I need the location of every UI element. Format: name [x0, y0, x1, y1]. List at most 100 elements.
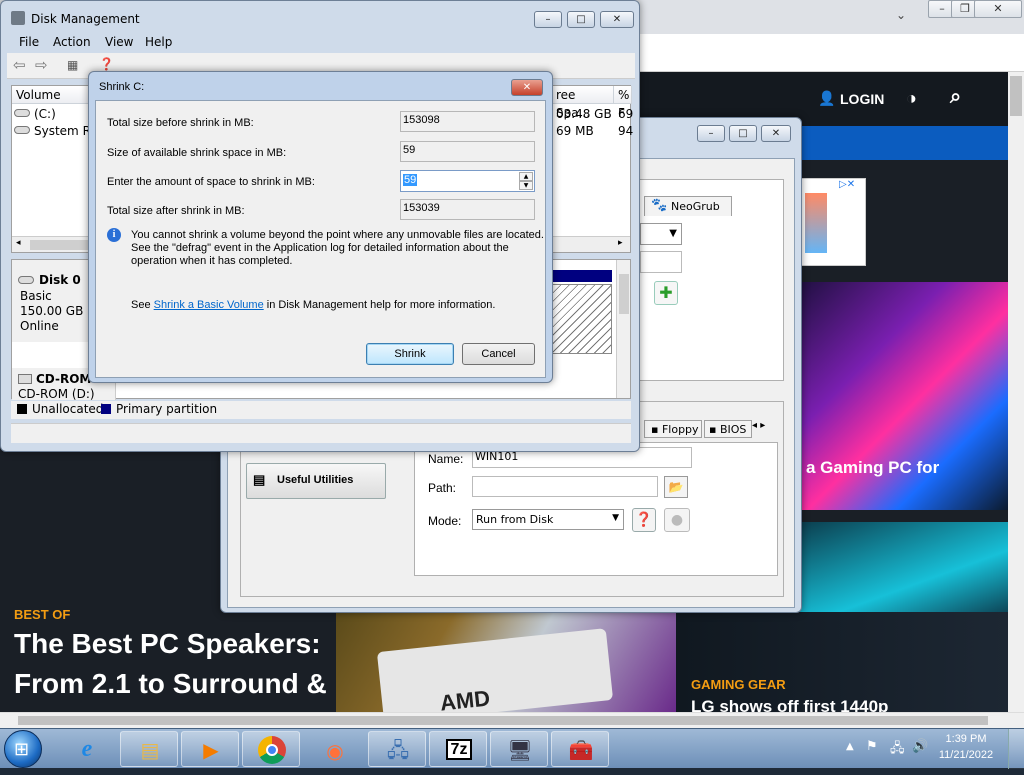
column-header-pct-free[interactable]: % F: [614, 86, 632, 120]
dm-close-button[interactable]: ✕: [600, 11, 634, 28]
path-input[interactable]: [472, 476, 658, 497]
network-status-icon[interactable]: 🖧: [890, 739, 905, 761]
clock-date[interactable]: 11/21/2022: [936, 749, 996, 761]
volume-name: (C:): [34, 107, 56, 121]
cdrom-name: CD-ROM: [36, 372, 92, 386]
available-space-value: 59: [400, 141, 535, 162]
taskbar-network-tool[interactable]: 🖧: [368, 731, 426, 767]
bootloader-dropdown[interactable]: ▼: [640, 223, 682, 245]
article-title-lg[interactable]: LG shows off first 1440p: [691, 697, 888, 712]
mode-dropdown[interactable]: Run from Disk ▼: [472, 509, 624, 530]
volume-icon[interactable]: 🔊: [912, 739, 928, 754]
tab-scroll-arrows[interactable]: ◂ ▸: [752, 420, 780, 438]
shrink-dialog-close-button[interactable]: ✕: [511, 79, 543, 96]
partition-legend: Unallocated Primary partition: [11, 401, 631, 419]
cdrom-icon: [18, 374, 32, 384]
useful-utilities-label: Useful Utilities: [277, 474, 354, 486]
info-icon: i: [107, 228, 121, 242]
help-reference-text: See Shrink a Basic Volume in Disk Manage…: [131, 299, 495, 311]
easybcd-minimize-button[interactable]: –: [697, 125, 725, 142]
easybcd-maximize-button[interactable]: □: [729, 125, 757, 142]
article-title-gaming-pc[interactable]: a Gaming PC for: [806, 458, 939, 478]
ad-banner[interactable]: ▷✕: [800, 178, 866, 266]
ad-image: [805, 193, 827, 253]
scrollbar-thumb[interactable]: [1010, 76, 1022, 116]
browser-vertical-scrollbar[interactable]: [1008, 72, 1024, 712]
tab-search-chevron-icon[interactable]: ⌄: [896, 8, 906, 22]
taskbar-chrome[interactable]: [242, 731, 300, 767]
action-center-icon[interactable]: ⚑: [866, 739, 878, 754]
help-toolbar-icon[interactable]: ❓: [99, 57, 114, 71]
article-title-line2[interactable]: From 2.1 to Surround &: [14, 668, 327, 700]
forward-arrow-icon[interactable]: ⇨: [35, 56, 48, 74]
legend-unallocated-label: Unallocated: [32, 402, 104, 416]
gaming-gear-label: GAMING GEAR: [691, 677, 786, 692]
browser-close-button[interactable]: ✕: [974, 0, 1022, 18]
taskbar-media-player[interactable]: ▶: [181, 731, 239, 767]
adchoices-icon[interactable]: ▷✕: [839, 179, 855, 190]
disk-view-vscrollbar[interactable]: [616, 260, 630, 398]
easybcd-close-button[interactable]: ✕: [761, 125, 791, 142]
clock-time[interactable]: 1:39 PM: [938, 733, 994, 745]
dm-status-bar: [11, 423, 631, 443]
menu-file[interactable]: File: [19, 35, 39, 49]
search-icon[interactable]: ⌕: [950, 86, 961, 109]
tab-neogrub[interactable]: 🐾 NeoGrub: [644, 196, 732, 216]
disabled-action-icon[interactable]: ●: [664, 508, 690, 532]
user-icon[interactable]: 👤: [818, 90, 835, 107]
menu-help[interactable]: Help: [145, 35, 172, 49]
partition-block-hatched[interactable]: [552, 284, 612, 354]
help-icon[interactable]: ❓: [632, 508, 656, 532]
drive-icon: [14, 109, 30, 117]
shrink-button[interactable]: Shrink: [366, 343, 454, 365]
theme-toggle-icon[interactable]: ◑: [906, 88, 917, 109]
show-hidden-icons[interactable]: ▲: [846, 741, 854, 752]
dm-maximize-button[interactable]: □: [567, 11, 595, 28]
tab-floppy[interactable]: ▪ Floppy: [644, 420, 702, 438]
shrink-amount-label: Enter the amount of space to shrink in M…: [107, 176, 315, 188]
taskbar-toolbox[interactable]: 🧰: [551, 731, 609, 767]
start-button[interactable]: ⊞: [4, 730, 42, 768]
taskbar-file-explorer[interactable]: ▤: [120, 731, 178, 767]
disk-management-title: Disk Management: [31, 12, 140, 26]
dm-minimize-button[interactable]: –: [534, 11, 562, 28]
properties-icon[interactable]: ▦: [67, 58, 78, 72]
taskbar-7zip[interactable]: 7z: [429, 731, 487, 767]
firefox-icon: ◉: [326, 739, 344, 763]
show-desktop-button[interactable]: [1008, 729, 1024, 769]
cancel-button[interactable]: Cancel: [462, 343, 535, 365]
hscroll-thumb[interactable]: [18, 716, 988, 725]
legend-primary-label: Primary partition: [116, 402, 218, 416]
taskbar: ⊞ e ▤ ▶ ◉ 🖧 7z 🖥 🧰 ▲ ⚑ 🖧 🔊 1:39 PM 11/21…: [0, 728, 1024, 769]
volume-pct: 69: [618, 107, 634, 121]
useful-utilities-button[interactable]: ▤ Useful Utilities: [246, 463, 386, 499]
article-title-line1[interactable]: The Best PC Speakers:: [14, 628, 321, 660]
internet-explorer-icon[interactable]: e: [62, 733, 112, 765]
add-entry-icon[interactable]: ✚: [654, 281, 678, 305]
path-label: Path:: [428, 481, 457, 495]
spin-up-icon[interactable]: ▲: [519, 172, 533, 181]
toolbox-icon: 🧰: [568, 738, 594, 762]
menu-view[interactable]: View: [105, 35, 133, 49]
scroll-right-icon[interactable]: ▸: [618, 238, 623, 248]
browse-folder-icon[interactable]: 📂: [664, 476, 688, 498]
scroll-thumb[interactable]: [619, 274, 629, 314]
back-arrow-icon[interactable]: ⇦: [13, 56, 26, 74]
taskbar-computer-management[interactable]: 🖥: [490, 731, 548, 767]
7zip-icon: 7z: [430, 732, 488, 768]
volume-free: 03.48 GB: [556, 107, 612, 121]
shrink-basic-volume-link[interactable]: Shrink a Basic Volume: [154, 299, 264, 311]
shrink-amount-input[interactable]: 59: [403, 174, 418, 186]
shrink-amount-spinbox[interactable]: 59 ▲ ▼: [400, 170, 535, 192]
easybcd-text-field[interactable]: [640, 251, 682, 273]
scroll-left-icon[interactable]: ◂: [16, 238, 21, 248]
tab-bios[interactable]: ▪ BIOS: [704, 420, 752, 438]
total-after-value: 153039: [400, 199, 535, 220]
browser-horizontal-scrollbar[interactable]: [0, 712, 1024, 728]
column-header-free-space[interactable]: ree Spa...: [552, 86, 614, 120]
login-link[interactable]: LOGIN: [840, 91, 884, 107]
spin-down-icon[interactable]: ▼: [519, 181, 533, 190]
menu-action[interactable]: Action: [53, 35, 91, 49]
tab-neogrub-label: NeoGrub: [671, 200, 720, 213]
taskbar-firefox[interactable]: ◉: [310, 733, 360, 765]
